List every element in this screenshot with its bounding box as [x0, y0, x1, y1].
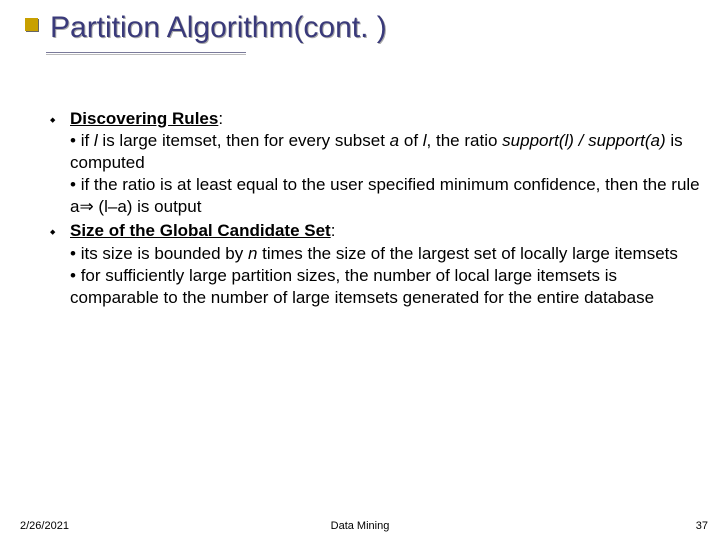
footer-page-number: 37 — [696, 520, 708, 532]
italic-var: n — [248, 244, 257, 263]
text: is large itemset, then for every subset — [98, 131, 390, 150]
italic-var: a — [390, 131, 399, 150]
bullet-icon: ◆ — [50, 220, 70, 308]
colon: : — [331, 221, 336, 240]
list-item: ◆ Size of the Global Candidate Set: • it… — [50, 220, 700, 308]
item-content: Discovering Rules: • if l is large items… — [70, 108, 700, 218]
footer-label: Data Mining — [0, 520, 720, 532]
text: , the ratio — [427, 131, 503, 150]
slide-title: Partition Algorithm(cont. ) — [50, 10, 700, 46]
bullet-icon: ◆ — [50, 108, 70, 218]
item-content: Size of the Global Candidate Set: • its … — [70, 220, 700, 308]
sub-bullet: • if the ratio is at least equal to the … — [70, 175, 700, 216]
sub-bullet: • if l is large itemset, then for every … — [70, 131, 683, 172]
colon: : — [218, 109, 223, 128]
text: if — [81, 131, 94, 150]
italic-expr: support(l) / support(a) — [502, 131, 665, 150]
text: its size is bounded by — [81, 244, 248, 263]
slide-body: ◆ Discovering Rules: • if l is large ite… — [50, 108, 700, 309]
sub-bullet: • its size is bounded by n times the siz… — [70, 244, 678, 263]
text: for sufficiently large partition sizes, … — [70, 266, 654, 307]
text: if the ratio is at least equal to the us… — [70, 175, 700, 216]
section-heading: Size of the Global Candidate Set — [70, 221, 331, 240]
section-heading: Discovering Rules — [70, 109, 218, 128]
title-underline — [46, 52, 246, 53]
slide: Partition Algorithm(cont. ) ◆ Discoverin… — [0, 0, 720, 540]
text: times the size of the largest set of loc… — [257, 244, 677, 263]
title-accent-box — [25, 18, 38, 31]
text: of — [399, 131, 423, 150]
sub-bullet: • for sufficiently large partition sizes… — [70, 266, 654, 307]
list-item: ◆ Discovering Rules: • if l is large ite… — [50, 108, 700, 218]
